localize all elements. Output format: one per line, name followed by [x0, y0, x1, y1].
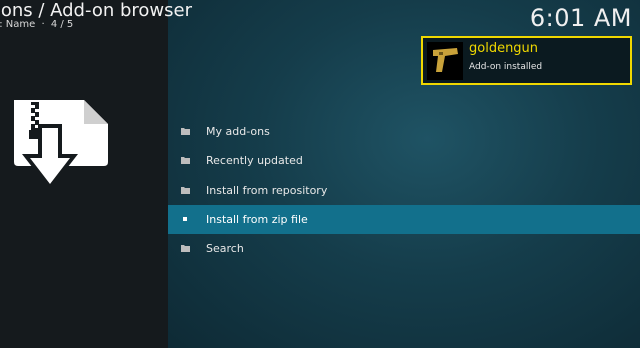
- menu-item-label: Search: [206, 242, 244, 256]
- sort-info: y: Name · 4 / 5: [0, 19, 76, 30]
- notification-title: goldengun: [469, 41, 539, 56]
- bullet-icon: [183, 216, 187, 221]
- folder-icon: [181, 245, 190, 253]
- menu-item-recently-updated[interactable]: Recently updated: [168, 146, 640, 175]
- folder-icon: [181, 157, 190, 165]
- menu-item-label: My add-ons: [206, 125, 270, 138]
- menu-item-my-addons[interactable]: My add-ons: [168, 117, 640, 146]
- zip-download-icon: [14, 100, 108, 190]
- menu-item-install-from-zip[interactable]: Install from zip file: [168, 204, 640, 235]
- page-title: -ons / Add-on browser: [0, 0, 192, 21]
- folder-icon: [181, 128, 190, 135]
- menu-item-label: Install from repository: [206, 183, 328, 197]
- notification-message: Add-on installed: [469, 62, 543, 72]
- item-position: 4 / 5: [50, 19, 74, 30]
- separator-dot: ·: [41, 19, 45, 30]
- menu-item-label: Recently updated: [206, 154, 303, 168]
- menu-item-install-from-repository[interactable]: Install from repository: [168, 176, 640, 205]
- folder-icon: [181, 186, 190, 194]
- addon-menu: My add-ons Recently updated Install from…: [168, 117, 640, 263]
- clock: 6:01 AM: [529, 4, 632, 32]
- notification-toast: goldengun Add-on installed: [421, 36, 632, 85]
- addon-thumbnail-icon: [427, 42, 463, 80]
- menu-item-search[interactable]: Search: [168, 234, 640, 263]
- left-panel: -ons / Add-on browser y: Name · 4 / 5: [0, 0, 192, 348]
- sort-label: y: Name: [0, 19, 36, 30]
- menu-item-label: Install from zip file: [206, 212, 308, 226]
